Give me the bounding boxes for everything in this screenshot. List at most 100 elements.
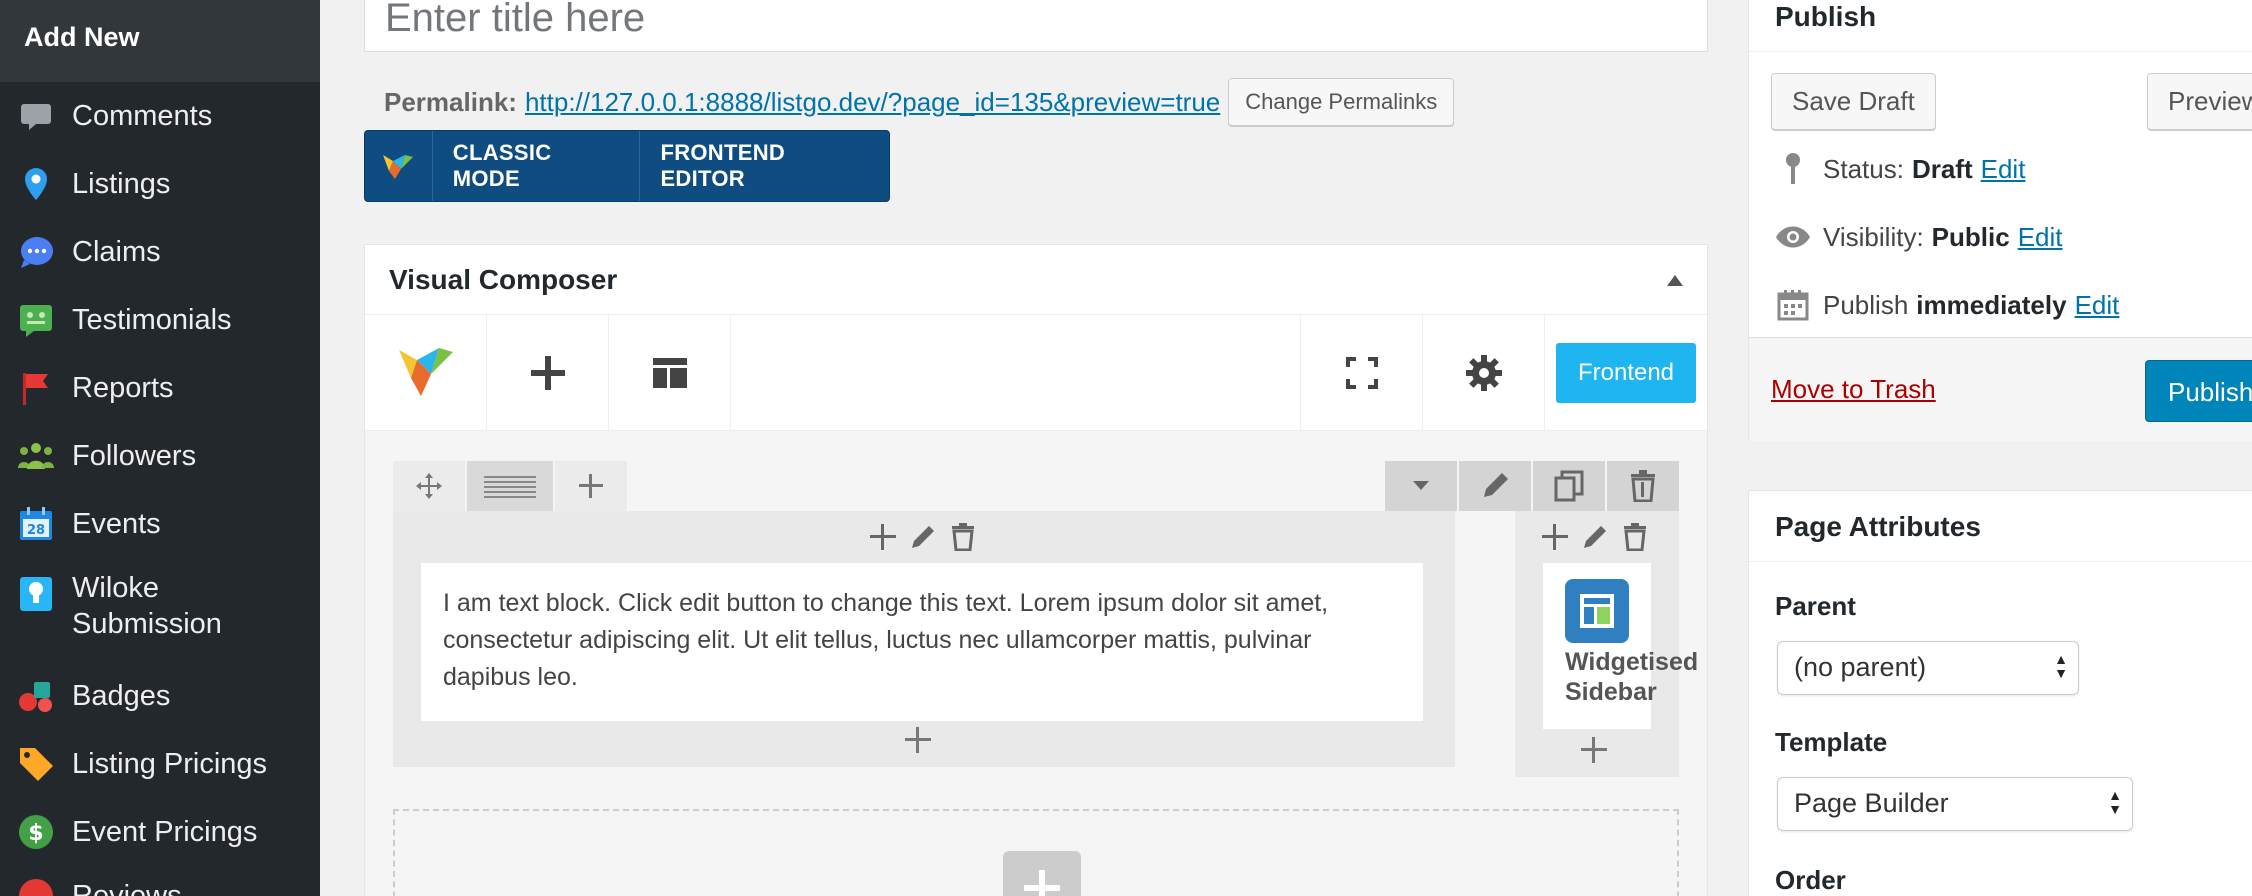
change-permalinks-button[interactable]: Change Permalinks [1228, 78, 1455, 126]
sidebar-item-label: Claims [72, 236, 161, 268]
column-controls [1535, 517, 1655, 557]
edit-pencil-icon[interactable] [903, 517, 943, 557]
row-move-handle[interactable] [393, 461, 465, 511]
templates-button[interactable] [609, 315, 731, 430]
vc-logo-icon[interactable] [365, 131, 433, 201]
delete-trash-icon[interactable] [1615, 517, 1655, 557]
price-tag-icon [16, 744, 56, 784]
permalink-url-link[interactable]: http://127.0.0.1:8888/listgo.dev/?page_i… [525, 87, 1220, 118]
frontend-button[interactable]: Frontend [1555, 342, 1697, 403]
add-element-button[interactable] [487, 315, 609, 430]
widgetised-sidebar-block[interactable]: Widgetised Sidebar [1543, 563, 1699, 729]
status-value: Draft [1911, 153, 1973, 184]
sidebar-item-label: Wiloke [72, 572, 160, 604]
template-select-value: Page Builder [1794, 788, 1949, 818]
fullscreen-button[interactable] [1301, 315, 1423, 430]
sidebar-item-label: Listings [72, 168, 171, 200]
vc-panel-title: Visual Composer [389, 263, 618, 295]
move-to-trash-link[interactable]: Move to Trash [1771, 374, 1936, 405]
sidebar-item-label: Event Pricings [72, 816, 258, 848]
add-element-plus-icon[interactable] [863, 517, 903, 557]
save-draft-button[interactable]: Save Draft [1771, 73, 1936, 130]
add-element-plus-icon[interactable] [1535, 517, 1575, 557]
settings-button[interactable] [1423, 315, 1545, 430]
visibility-edit-link[interactable]: Edit [2018, 222, 2063, 253]
sidebar-item-reviews[interactable]: Reviews [0, 866, 320, 896]
reviews-icon [16, 876, 56, 896]
sidebar-item-comments[interactable]: Comments [0, 86, 320, 146]
sidebar-item-label: Events [72, 508, 161, 540]
vc-canvas: I am text block. Click edit button to ch… [365, 431, 1707, 896]
bulb-icon [16, 574, 56, 614]
status-edit-link[interactable]: Edit [1981, 154, 2026, 185]
people-icon [16, 436, 56, 476]
publish-date-edit-link[interactable]: Edit [2075, 290, 2120, 321]
publish-actions: Move to Trash Publish [1749, 337, 2252, 441]
sidebar-item-event-pricings[interactable]: $ Event Pricings [0, 802, 320, 862]
template-select[interactable]: Page Builder ▲ ▼ [1777, 777, 2133, 831]
chevron-down-icon [1413, 481, 1429, 491]
column-2: Widgetised Sidebar [1515, 511, 1699, 777]
widget-label-line2: Sidebar [1565, 678, 1657, 706]
page-attributes-title: Page Attributes [1775, 511, 1981, 542]
status-row: Status: Draft Edit [1775, 151, 2025, 187]
post-title-input[interactable]: Enter title here [364, 0, 1708, 52]
select-arrows-icon: ▲ ▼ [2054, 651, 2068, 681]
row-layout-button[interactable] [467, 461, 553, 511]
sidebar-item-testimonials[interactable]: Testimonials [0, 290, 320, 350]
badges-icon [16, 676, 56, 716]
calendar-icon [1775, 287, 1811, 323]
calendar-icon: 28 [16, 504, 56, 544]
preview-button[interactable]: Preview [2147, 73, 2252, 130]
widget-label-line1: Widgetised [1565, 648, 1699, 676]
collapse-arrow-icon[interactable] [1667, 274, 1683, 286]
sidebar-item-label-line2: Submission [72, 608, 222, 640]
publish-box-title: Publish [1775, 1, 1877, 32]
column-add-plus-icon[interactable] [903, 725, 933, 755]
sidebar-add-new[interactable]: Add New [0, 0, 320, 82]
plus-icon [529, 354, 567, 392]
comment-icon [16, 96, 56, 136]
publish-date-value: immediately [1916, 289, 2067, 320]
edit-pencil-icon[interactable] [1575, 517, 1615, 557]
frontend-editor-button[interactable]: FRONTEND EDITOR [640, 131, 889, 201]
text-block[interactable]: I am text block. Click edit button to ch… [421, 563, 1423, 721]
sidebar-item-events[interactable]: 28 Events [0, 494, 320, 554]
select-arrows-icon: ▲ ▼ [2108, 787, 2122, 817]
page-attributes-box: Page Attributes Parent (no parent) ▲ ▼ Te… [1748, 490, 2252, 896]
sidebar-item-followers[interactable]: Followers [0, 426, 320, 486]
publish-button[interactable]: Publish [2145, 360, 2252, 422]
classic-mode-button[interactable]: CLASSIC MODE [433, 131, 641, 201]
copy-icon [1554, 470, 1584, 502]
editor-mode-bar: CLASSIC MODE FRONTEND EDITOR [364, 130, 890, 202]
sidebar-item-claims[interactable]: Claims [0, 222, 320, 282]
add-element-large-button[interactable] [1003, 851, 1081, 896]
row-clone-button[interactable] [1533, 461, 1605, 511]
row-add-column-button[interactable] [555, 461, 627, 511]
sidebar-item-reports[interactable]: Reports [0, 358, 320, 418]
parent-select[interactable]: (no parent) ▲ ▼ [1777, 641, 2079, 695]
sidebar-item-listings[interactable]: Listings [0, 154, 320, 214]
sidebar-item-badges[interactable]: Badges [0, 666, 320, 726]
permalink-label: Permalink: [384, 86, 517, 117]
pin-icon [1775, 151, 1811, 187]
delete-trash-icon[interactable] [943, 517, 983, 557]
plus-icon [1022, 868, 1062, 896]
add-element-area[interactable] [393, 809, 1679, 896]
visibility-label: Visibility: [1823, 221, 1924, 252]
template-label: Template [1775, 727, 1888, 757]
admin-sidebar: Add New Comments Listings Claims Testimo… [0, 0, 320, 896]
row-edit-button[interactable] [1459, 461, 1531, 511]
row-delete-button[interactable] [1607, 461, 1679, 511]
sidebar-item-label: Reports [72, 372, 174, 404]
row-toggle-button[interactable] [1385, 461, 1457, 511]
trash-icon [1629, 470, 1657, 502]
vc-logo-button[interactable] [365, 315, 487, 430]
vc-panel-header[interactable]: Visual Composer [365, 245, 1707, 315]
layout-icon [651, 356, 689, 390]
publish-date-label: Publish [1823, 289, 1909, 320]
column-add-plus-icon[interactable] [1579, 735, 1609, 765]
sidebar-item-listing-pricings[interactable]: Listing Pricings [0, 734, 320, 794]
sidebar-item-label: Reviews [72, 880, 182, 896]
sidebar-item-wiloke-submission[interactable]: Wiloke Submission [0, 570, 320, 656]
